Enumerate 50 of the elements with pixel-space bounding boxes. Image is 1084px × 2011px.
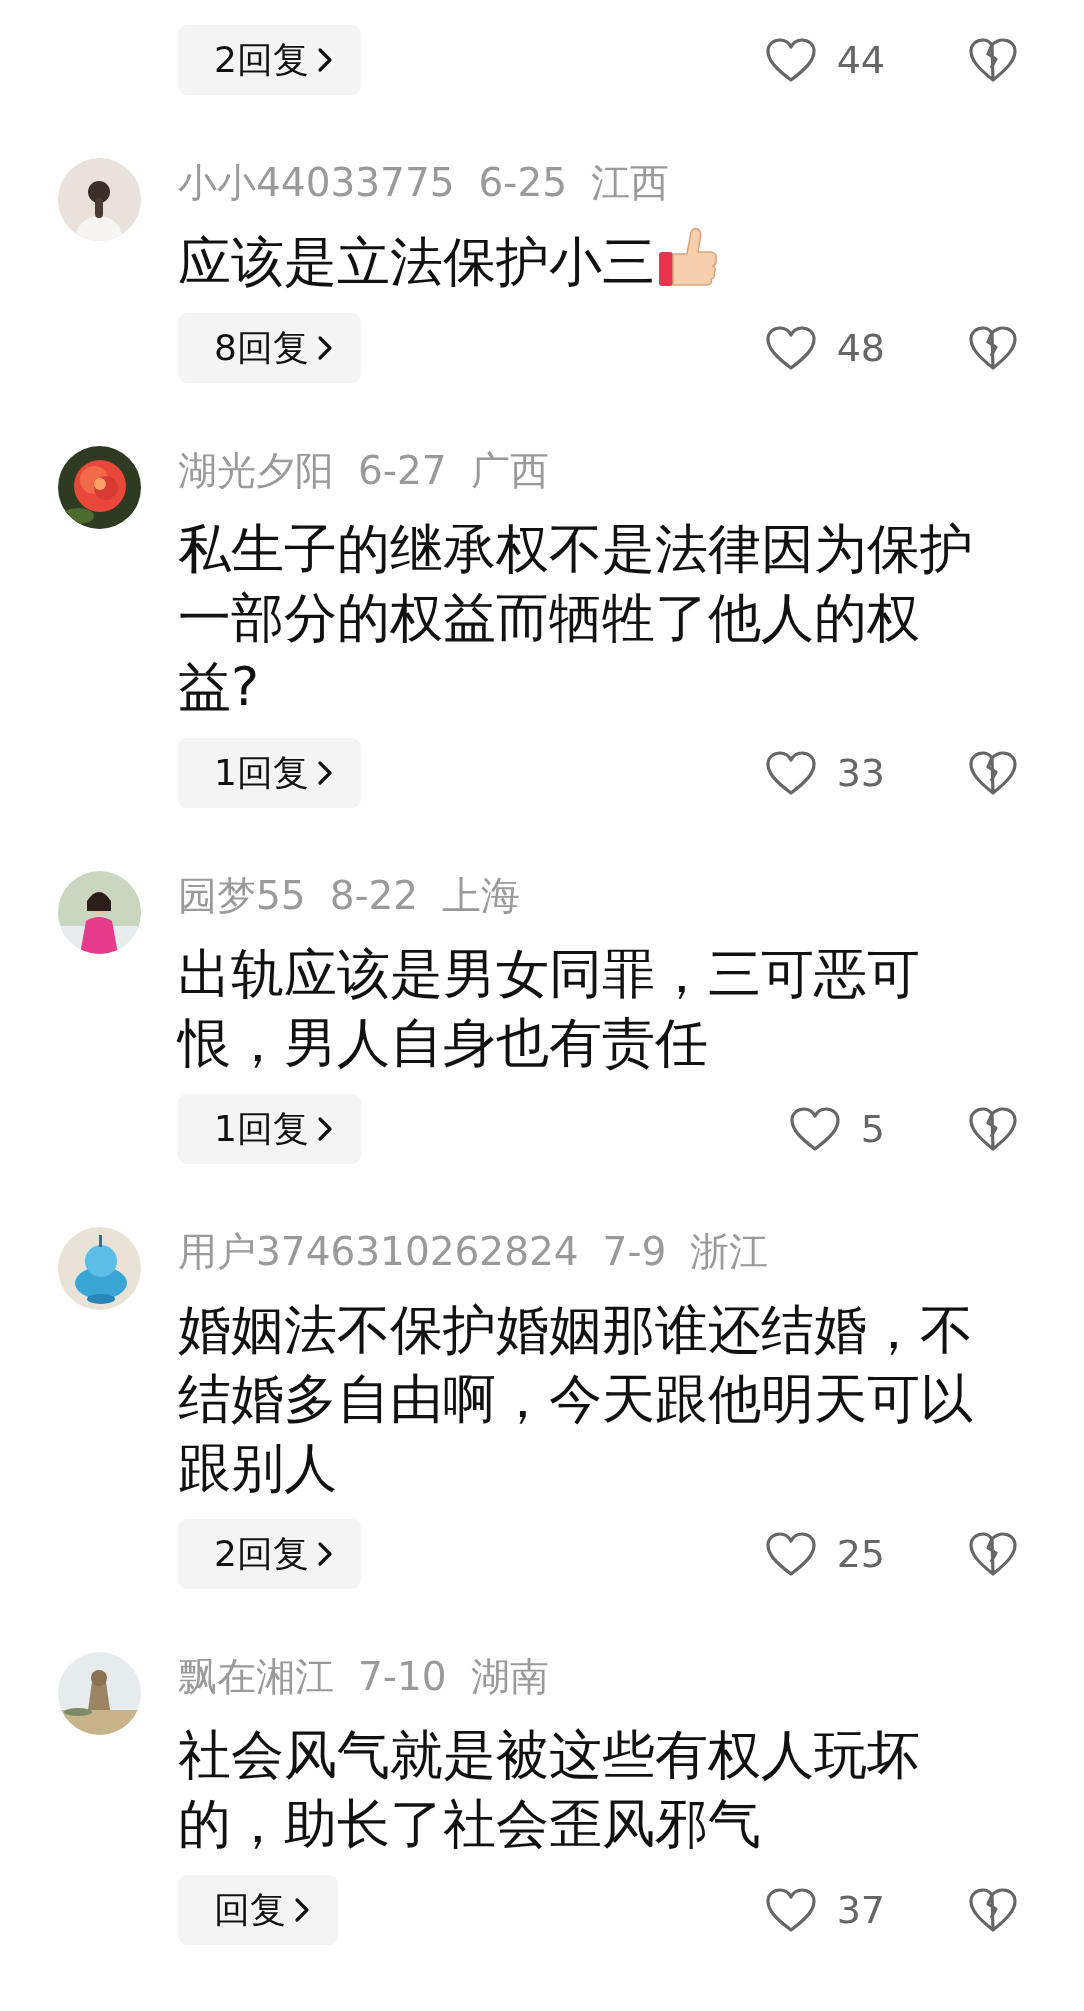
- like-count: 48: [836, 326, 885, 370]
- comment-date: 6-27: [358, 447, 447, 495]
- like-count: 37: [836, 1888, 885, 1932]
- heart-icon[interactable]: [764, 325, 817, 371]
- heart-icon[interactable]: [764, 750, 817, 796]
- comment-text: 婚姻法不保护婚姻那谁还结婚，不结婚多自由啊，今天跟他明天可以跟别人: [178, 1299, 973, 1498]
- broken-heart-icon[interactable]: [968, 37, 1018, 83]
- comment-region: 上海: [442, 872, 521, 920]
- user-name: 用户3746310262824: [178, 1228, 579, 1276]
- comment-region: 浙江: [690, 1228, 769, 1276]
- broken-heart-icon[interactable]: [968, 325, 1018, 371]
- replies-button[interactable]: 8回复: [178, 313, 361, 383]
- chevron-icon: [316, 1541, 333, 1567]
- like-count: 33: [836, 751, 885, 795]
- chevron-icon: [316, 1116, 333, 1142]
- user-name: 园梦55: [178, 872, 306, 920]
- chevron-icon: [316, 335, 333, 361]
- comment-date: 7-10: [358, 1653, 447, 1701]
- heart-icon[interactable]: [788, 1106, 841, 1152]
- chevron-icon: [316, 760, 333, 786]
- broken-heart-icon[interactable]: [968, 1887, 1018, 1933]
- like-count: 44: [836, 38, 885, 82]
- broken-heart-icon[interactable]: [968, 750, 1018, 796]
- broken-heart-icon[interactable]: [968, 1531, 1018, 1577]
- replies-button[interactable]: 2回复: [178, 1519, 361, 1589]
- comment-date: 7-9: [602, 1228, 667, 1276]
- comment-text: 应该是立法保护小三: [178, 231, 655, 292]
- replies-button[interactable]: 回复: [178, 1875, 338, 1945]
- comment-date: 8-22: [329, 872, 419, 920]
- like-count: 5: [860, 1107, 885, 1151]
- comment-text: 社会风气就是被这些有权人玩坏的，助长了社会歪风邪气: [178, 1724, 920, 1854]
- heart-icon[interactable]: [764, 1887, 817, 1933]
- chevron-icon: [294, 1897, 310, 1923]
- comment-region: 江西: [591, 159, 670, 207]
- replies-button[interactable]: 1回复: [178, 1094, 361, 1164]
- replies-button[interactable]: 1回复: [178, 738, 361, 808]
- broken-heart-icon[interactable]: [968, 1106, 1018, 1152]
- comment-region: 广西: [470, 447, 549, 495]
- like-count: 25: [836, 1532, 885, 1576]
- comment-text: 私生子的继承权不是法律因为保护一部分的权益而牺牲了他人的权益?: [178, 518, 973, 717]
- comment-date: 6-25: [478, 159, 568, 207]
- replies-button[interactable]: 2回复: [178, 25, 361, 95]
- comment-text: 出轨应该是男女同罪，三可恶可恨，男人自身也有责任: [178, 943, 920, 1073]
- chevron-icon: [316, 47, 333, 73]
- user-name: 湖光夕阳: [178, 447, 334, 495]
- user-name: 小小44033775: [178, 159, 455, 207]
- heart-icon[interactable]: [764, 1531, 817, 1577]
- heart-icon[interactable]: [764, 37, 817, 83]
- comment-region: 湖南: [470, 1653, 549, 1701]
- user-name: 飘在湘江: [178, 1653, 334, 1701]
